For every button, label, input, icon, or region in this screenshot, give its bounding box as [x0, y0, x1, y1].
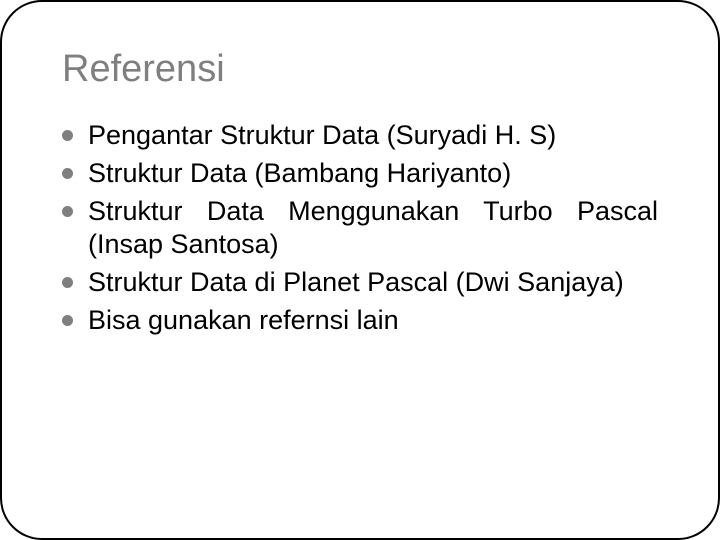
slide-frame: Referensi Pengantar Struktur Data (Surya… [0, 0, 720, 540]
list-item: Struktur Data (Bambang Hariyanto) [62, 157, 658, 191]
list-item: Struktur Data di Planet Pascal (Dwi Sanj… [62, 266, 658, 300]
reference-list: Pengantar Struktur Data (Suryadi H. S) S… [62, 119, 658, 338]
list-item: Bisa gunakan refernsi lain [62, 304, 658, 338]
slide-title: Referensi [62, 48, 658, 91]
list-item: Pengantar Struktur Data (Suryadi H. S) [62, 119, 658, 153]
list-item: Struktur Data Menggunakan Turbo Pascal (… [62, 195, 658, 263]
